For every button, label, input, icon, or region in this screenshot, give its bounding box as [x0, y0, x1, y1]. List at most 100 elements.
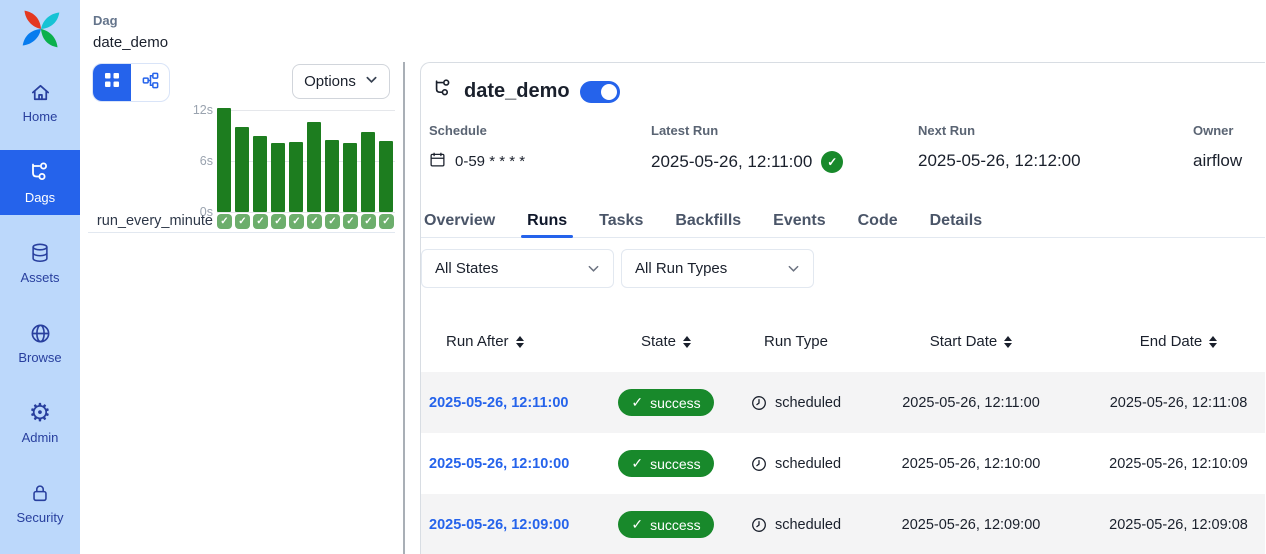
sort-icon	[683, 336, 691, 348]
sidebar-item-admin[interactable]: ⚙ Admin	[0, 391, 80, 455]
start-date-value: 2025-05-26, 12:09:00	[902, 517, 1041, 533]
state-badge-label: success	[650, 517, 701, 533]
column-header-state[interactable]: State	[611, 333, 721, 350]
sidebar-item-dags[interactable]: Dags	[0, 150, 80, 215]
end-date-cell: 2025-05-26, 12:10:09	[1071, 456, 1265, 472]
calendar-icon	[429, 151, 446, 172]
column-header-end-date[interactable]: End Date	[1071, 333, 1265, 350]
run-filters: All States All Run Types	[421, 249, 814, 288]
sidebar-item-security[interactable]: Security	[0, 471, 80, 535]
tab-runs[interactable]: Runs	[511, 204, 583, 237]
home-icon	[28, 80, 52, 104]
sidebar-nav: Home Dags Assets Browse ⚙ Admin Security	[0, 70, 80, 551]
run-row: 2025-05-26, 12:11:00✓successscheduled202…	[421, 372, 1265, 433]
duration-bar[interactable]	[361, 132, 375, 212]
tab-events[interactable]: Events	[757, 204, 841, 237]
sidebar-item-label: Assets	[20, 270, 59, 285]
task-instance-success-icon[interactable]: ✓	[343, 214, 358, 229]
clock-icon	[751, 395, 767, 411]
globe-icon	[28, 321, 52, 345]
column-header-label: Start Date	[930, 333, 998, 350]
detail-tabs: OverviewRunsTasksBackfillsEventsCodeDeta…	[421, 204, 1265, 238]
chevron-down-icon	[787, 262, 800, 275]
run-duration-chart: 12s 6s 0s run_every_minute ✓✓✓✓✓✓✓✓✓✓	[85, 60, 400, 240]
sort-icon	[1209, 336, 1217, 348]
info-value: airflow	[1193, 151, 1242, 171]
toggle-knob	[601, 84, 617, 100]
column-header-label: State	[641, 333, 676, 350]
state-cell: ✓success	[611, 511, 721, 538]
column-header-run-type: Run Type	[721, 333, 871, 350]
panel-resize-handle[interactable]	[403, 62, 405, 554]
run-after-cell: 2025-05-26, 12:09:00	[421, 517, 611, 533]
task-instance-success-icon[interactable]: ✓	[307, 214, 322, 229]
duration-bar[interactable]	[307, 122, 321, 212]
state-badge[interactable]: ✓success	[618, 450, 713, 477]
sidebar-item-home[interactable]: Home	[0, 70, 80, 134]
breadcrumb-dag-id: date_demo	[93, 34, 168, 51]
tab-backfills[interactable]: Backfills	[659, 204, 757, 237]
sidebar-item-label: Admin	[22, 430, 59, 445]
task-instance-success-icon[interactable]: ✓	[217, 214, 232, 229]
duration-bar[interactable]	[343, 143, 357, 212]
duration-bar[interactable]	[271, 143, 285, 212]
gear-icon: ⚙	[28, 401, 52, 425]
state-badge[interactable]: ✓success	[618, 389, 713, 416]
column-header-run-after[interactable]: Run After	[421, 333, 611, 350]
check-icon: ✓	[631, 455, 643, 472]
info-schedule: Schedule0-59 * * * *	[429, 123, 525, 172]
gridline-12s	[217, 110, 395, 111]
sort-icon	[516, 336, 524, 348]
start-date-value: 2025-05-26, 12:10:00	[902, 456, 1041, 472]
run-after-link[interactable]: 2025-05-26, 12:11:00	[429, 395, 568, 411]
gridline-0s	[217, 212, 395, 213]
duration-bar[interactable]	[325, 140, 339, 212]
start-date-cell: 2025-05-26, 12:10:00	[871, 456, 1071, 472]
column-header-start-date[interactable]: Start Date	[871, 333, 1071, 350]
y-axis-tick: 12s	[85, 103, 213, 117]
lock-icon	[28, 481, 52, 505]
task-instance-success-icon[interactable]: ✓	[379, 214, 394, 229]
tab-details[interactable]: Details	[914, 204, 998, 237]
run-after-link[interactable]: 2025-05-26, 12:10:00	[429, 456, 569, 472]
dag-detail-panel: date_demo Schedule0-59 * * * *Latest Run…	[420, 62, 1265, 554]
breadcrumb: Dag date_demo	[93, 13, 168, 51]
state-filter-select[interactable]: All States	[421, 249, 614, 288]
duration-bar[interactable]	[289, 142, 303, 212]
task-instance-success-icon[interactable]: ✓	[253, 214, 268, 229]
tab-tasks[interactable]: Tasks	[583, 204, 659, 237]
duration-bar[interactable]	[253, 136, 267, 212]
task-instance-success-icon[interactable]: ✓	[289, 214, 304, 229]
sidebar-item-browse[interactable]: Browse	[0, 311, 80, 375]
database-icon	[28, 241, 52, 265]
tab-code[interactable]: Code	[842, 204, 914, 237]
run-after-link[interactable]: 2025-05-26, 12:09:00	[429, 517, 569, 533]
sidebar-item-label: Dags	[25, 190, 55, 205]
info-label: Owner	[1193, 123, 1242, 138]
state-cell: ✓success	[611, 389, 721, 416]
airflow-logo[interactable]	[19, 7, 63, 51]
task-instance-success-icon[interactable]: ✓	[271, 214, 286, 229]
duration-bar[interactable]	[379, 141, 393, 212]
start-date-cell: 2025-05-26, 12:09:00	[871, 517, 1071, 533]
duration-bar[interactable]	[217, 108, 231, 212]
run-row: 2025-05-26, 12:09:00 ✓success scheduled 202…	[421, 494, 1265, 554]
info-label: Latest Run	[651, 123, 843, 138]
sidebar-item-assets[interactable]: Assets	[0, 231, 80, 295]
state-badge[interactable]: ✓success	[618, 511, 713, 538]
task-instance-success-icon[interactable]: ✓	[361, 214, 376, 229]
run-type-filter-select[interactable]: All Run Types	[621, 249, 814, 288]
dag-enabled-toggle[interactable]	[580, 81, 620, 103]
end-date-cell: 2025-05-26, 12:11:08	[1071, 395, 1265, 411]
task-instance-success-icon[interactable]: ✓	[235, 214, 250, 229]
info-label: Schedule	[429, 123, 525, 138]
dag-icon	[28, 161, 52, 185]
duration-bar[interactable]	[235, 127, 249, 212]
end-date-cell: 2025-05-26, 12:09:08	[1071, 517, 1265, 533]
sidebar: Home Dags Assets Browse ⚙ Admin Security	[0, 0, 80, 554]
end-date-value: 2025-05-26, 12:09:08	[1109, 517, 1248, 533]
tab-overview[interactable]: Overview	[421, 204, 511, 237]
info-value: 2025-05-26, 12:12:00	[918, 151, 1081, 171]
task-instance-success-icon[interactable]: ✓	[325, 214, 340, 229]
run-type-cell: scheduled	[721, 517, 871, 533]
